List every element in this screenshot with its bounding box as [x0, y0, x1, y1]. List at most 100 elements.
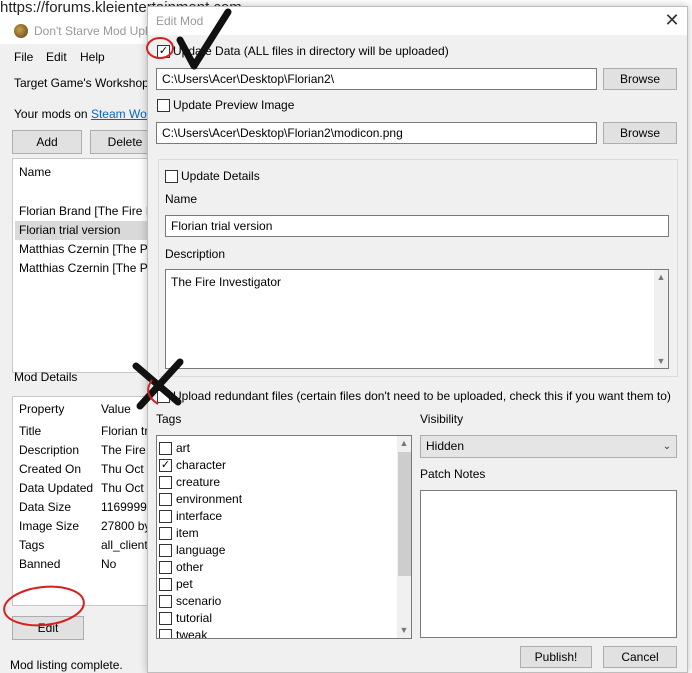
tag-item-creature[interactable]: creature [159, 474, 389, 491]
upload-redundant-checkbox[interactable] [157, 390, 170, 403]
mods-list[interactable]: Name Florian Brand [The Fire Investigato… [12, 158, 148, 373]
list-item[interactable]: Matthias Czernin [The Pu [15, 240, 147, 259]
tag-label: pet [176, 577, 193, 591]
tag-checkbox[interactable] [159, 544, 172, 557]
tag-item-other[interactable]: other [159, 559, 389, 576]
menu-file[interactable]: File [14, 50, 33, 64]
tag-checkbox[interactable] [159, 561, 172, 574]
chevron-down-icon[interactable]: ⌄ [659, 436, 675, 457]
details-value: Thu Oct [101, 462, 144, 476]
menu-help[interactable]: Help [80, 50, 105, 64]
update-data-checkbox[interactable]: ✓ [157, 45, 170, 58]
tag-item-tweak[interactable]: tweak [159, 627, 389, 638]
tag-item-item[interactable]: item [159, 525, 389, 542]
tag-checkbox[interactable] [159, 527, 172, 540]
tag-checkbox[interactable] [159, 476, 172, 489]
tag-checkbox[interactable] [159, 595, 172, 608]
mod-details-table: Property Value Title Florian tr Descript… [12, 396, 148, 606]
tag-label: environment [176, 492, 243, 506]
details-property: Data Size [19, 500, 72, 514]
details-header-value[interactable]: Value [101, 402, 147, 416]
close-icon[interactable]: ✕ [662, 11, 682, 31]
list-item-selected[interactable]: Florian trial version [15, 221, 147, 240]
tag-checkbox[interactable] [159, 493, 172, 506]
status-bar-text: Mod listing complete. [10, 658, 123, 672]
publish-button[interactable]: Publish! [520, 646, 592, 668]
update-details-checkbox[interactable] [165, 170, 178, 183]
list-item[interactable]: Florian Brand [The Fire Investigator] [15, 202, 147, 221]
tag-checkbox[interactable]: ✓ [159, 459, 172, 472]
update-data-label[interactable]: Update Data (ALL files in directory will… [173, 44, 449, 58]
description-scrollbar[interactable]: ▲ ▼ [654, 270, 668, 368]
edit-mod-dialog: Edit Mod ✕ ✓ Update Data (ALL files in d… [147, 6, 688, 673]
tag-checkbox[interactable] [159, 442, 172, 455]
patch-notes-textarea[interactable] [420, 490, 677, 638]
details-property: Tags [19, 538, 45, 552]
tag-item-scenario[interactable]: scenario [159, 593, 389, 610]
upload-redundant-label[interactable]: Upload redundant files (certain files do… [173, 389, 671, 403]
details-value: No [101, 557, 117, 571]
update-preview-label[interactable]: Update Preview Image [173, 98, 294, 112]
tag-item-tutorial[interactable]: tutorial [159, 610, 389, 627]
mod-uploader-window: Don't Starve Mod Uploader File Edit Help… [0, 18, 183, 673]
tags-list[interactable]: art ✓ character creature environment interfac… [156, 435, 412, 639]
description-textarea[interactable]: The Fire Investigator ▲ ▼ [165, 269, 669, 369]
update-details-label[interactable]: Update Details [181, 169, 260, 183]
name-label: Name [165, 192, 198, 206]
dialog-title: Edit Mod [156, 14, 204, 28]
tag-checkbox[interactable] [159, 510, 172, 523]
tags-scrollbar[interactable]: ▲ ▼ [397, 436, 411, 638]
data-path-field[interactable]: C:\Users\Acer\Desktop\Florian2\ [156, 68, 597, 90]
details-value: Florian tr [101, 424, 147, 438]
tag-checkbox[interactable] [159, 578, 172, 591]
scroll-up-icon[interactable]: ▲ [397, 436, 411, 450]
preview-path-field[interactable]: C:\Users\Acer\Desktop\Florian2\modicon.p… [156, 122, 597, 144]
update-preview-checkbox[interactable] [157, 99, 170, 112]
details-value: 27800 by [101, 519, 147, 533]
details-property: Banned [19, 557, 61, 571]
description-text: The Fire Investigator [171, 275, 282, 289]
main-titlebar: Don't Starve Mod Uploader [0, 18, 178, 44]
details-property: Data Updated [19, 481, 94, 495]
tag-item-language[interactable]: language [159, 542, 389, 559]
details-value: all_client [101, 538, 147, 552]
tag-checkbox[interactable] [159, 629, 172, 638]
browse-data-button[interactable]: Browse [603, 68, 677, 90]
visibility-value: Hidden [426, 439, 465, 453]
tag-label: scenario [176, 594, 222, 608]
tag-item-environment[interactable]: environment [159, 491, 389, 508]
edit-button[interactable]: Edit [12, 616, 84, 640]
tag-label: item [176, 526, 199, 540]
details-header-property[interactable]: Property [19, 402, 64, 416]
tag-item-character[interactable]: ✓ character [159, 457, 389, 474]
your-mods-prefix: Your mods on [14, 107, 91, 121]
tags-label: Tags [156, 412, 182, 426]
tag-label: tutorial [176, 611, 213, 625]
tag-checkbox[interactable] [159, 612, 172, 625]
scrollbar-thumb[interactable] [398, 452, 411, 576]
tag-item-art[interactable]: art [159, 440, 389, 457]
tag-label: interface [176, 509, 223, 523]
name-field[interactable]: Florian trial version [165, 215, 669, 237]
app-icon [14, 24, 28, 38]
scroll-down-icon[interactable]: ▼ [654, 354, 668, 368]
scroll-down-icon[interactable]: ▼ [397, 623, 411, 637]
details-property: Image Size [19, 519, 80, 533]
menu-edit[interactable]: Edit [46, 50, 67, 64]
details-value: The Fire I [101, 443, 147, 457]
scroll-up-icon[interactable]: ▲ [654, 270, 668, 284]
tag-label: other [176, 560, 204, 574]
visibility-label: Visibility [420, 412, 464, 426]
details-property: Description [19, 443, 80, 457]
add-button[interactable]: Add [12, 130, 82, 154]
mods-list-header[interactable]: Name [19, 165, 51, 179]
list-item[interactable]: Matthias Czernin [The Pu [15, 259, 147, 278]
cancel-button[interactable]: Cancel [603, 646, 677, 668]
browse-preview-button[interactable]: Browse [603, 122, 677, 144]
details-property: Created On [19, 462, 82, 476]
tag-label: art [176, 441, 191, 455]
mod-details-label: Mod Details [14, 370, 78, 384]
tag-item-interface[interactable]: interface [159, 508, 389, 525]
visibility-select[interactable]: Hidden ⌄ [420, 435, 677, 458]
tag-item-pet[interactable]: pet [159, 576, 389, 593]
